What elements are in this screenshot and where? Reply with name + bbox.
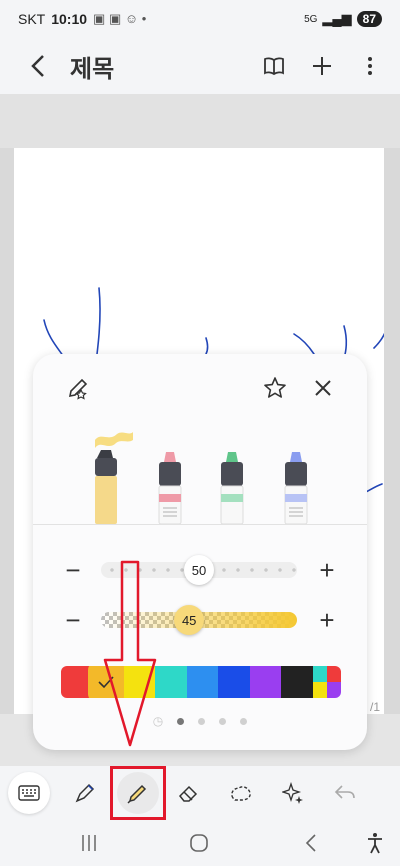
color-swatch[interactable] (249, 666, 282, 698)
pen-icon (75, 783, 95, 803)
drawing-toolbar (0, 766, 400, 820)
eraser-tool-button[interactable] (168, 772, 210, 814)
lasso-tool-button[interactable] (220, 772, 262, 814)
back-button[interactable] (14, 42, 62, 90)
sparkle-icon (282, 782, 303, 804)
plus-icon (313, 57, 331, 75)
panel-header (33, 354, 367, 418)
notification-icons: ▣ ▣ ☺ • (93, 11, 147, 26)
pink-pen-icon (158, 452, 182, 525)
keyboard-icon (18, 785, 40, 801)
battery-indicator: 87 (356, 11, 382, 27)
page-title: 제목 (70, 55, 115, 83)
size-increase-button[interactable]: + (313, 552, 341, 588)
pen-blue[interactable] (283, 450, 309, 525)
network-label: 5G (304, 13, 318, 25)
pen-green[interactable] (219, 450, 245, 525)
undo-icon (334, 785, 355, 799)
size-slider-row: − 50 + (33, 552, 367, 588)
page-dot[interactable] (240, 717, 248, 725)
recent-apps-button[interactable] (74, 828, 104, 858)
page-dot[interactable] (177, 717, 185, 725)
star-icon (264, 377, 286, 398)
clock: 10:10 (51, 11, 88, 27)
page-dot[interactable] (219, 717, 227, 725)
keyboard-button[interactable] (8, 772, 50, 814)
palette-page-indicator: ◷ (33, 714, 367, 728)
signal-icon: ▂▄▆ (322, 11, 352, 26)
color-swatch[interactable] (218, 666, 250, 698)
blue-pen-icon (284, 452, 308, 525)
back-arrow-icon (31, 55, 44, 77)
highlighter-pen-icon (95, 432, 133, 524)
opacity-increase-button[interactable]: + (313, 602, 341, 638)
canvas-margin-left (0, 148, 14, 714)
green-pen-icon (220, 452, 244, 525)
app-header: 제목 (0, 38, 400, 94)
more-vertical-icon (368, 57, 372, 75)
pen-type-selector (33, 428, 367, 525)
page-dot[interactable] (198, 717, 206, 725)
accessibility-button[interactable] (360, 828, 390, 858)
read-mode-button[interactable] (256, 48, 292, 84)
panel-divider (33, 524, 367, 525)
carrier: SKT (18, 11, 46, 27)
annotation-arrow-icon (103, 560, 157, 747)
opacity-slider-row: − 45 + (33, 602, 367, 638)
home-icon (190, 834, 208, 852)
home-button[interactable] (184, 828, 214, 858)
page-indicator: /1 (370, 700, 381, 714)
back-nav-button[interactable] (296, 828, 326, 858)
eraser-icon (178, 785, 198, 802)
more-options-button[interactable] (352, 48, 388, 84)
top-gray-band (0, 94, 400, 148)
pen-favorite-edit-button[interactable] (65, 374, 93, 402)
recent-apps-icon (82, 835, 96, 851)
pen-highlighter[interactable] (87, 428, 133, 524)
favorite-button[interactable] (261, 374, 289, 402)
pen-settings-panel: − 50 + − 45 + ◷ (33, 354, 367, 750)
opacity-slider-thumb[interactable]: 45 (174, 605, 205, 635)
lasso-icon (231, 786, 251, 801)
canvas-margin-right (384, 148, 400, 714)
book-icon (264, 57, 284, 76)
pen-pink[interactable] (157, 450, 183, 525)
status-bar: SKT 10:10 ▣ ▣ ☺ • 5G ▂▄▆ 87 (0, 0, 400, 38)
more-colors-swatch[interactable] (312, 666, 341, 698)
size-slider-thumb[interactable]: 50 (184, 555, 214, 585)
color-swatch[interactable] (155, 666, 187, 698)
accessibility-icon (368, 833, 382, 854)
size-decrease-button[interactable]: − (59, 552, 87, 588)
undo-button[interactable] (324, 772, 366, 814)
close-panel-button[interactable] (309, 374, 337, 402)
ai-assist-button[interactable] (272, 772, 314, 814)
color-swatch[interactable] (281, 666, 313, 698)
add-button[interactable] (304, 48, 340, 84)
highlight-annotation-box (110, 766, 166, 820)
color-swatch[interactable] (186, 666, 219, 698)
close-icon (315, 380, 331, 396)
pen-star-icon (68, 378, 88, 400)
back-chevron-icon (305, 834, 316, 852)
system-nav-bar (0, 820, 400, 866)
opacity-decrease-button[interactable]: − (59, 602, 87, 638)
pen-tool-button[interactable] (64, 772, 106, 814)
